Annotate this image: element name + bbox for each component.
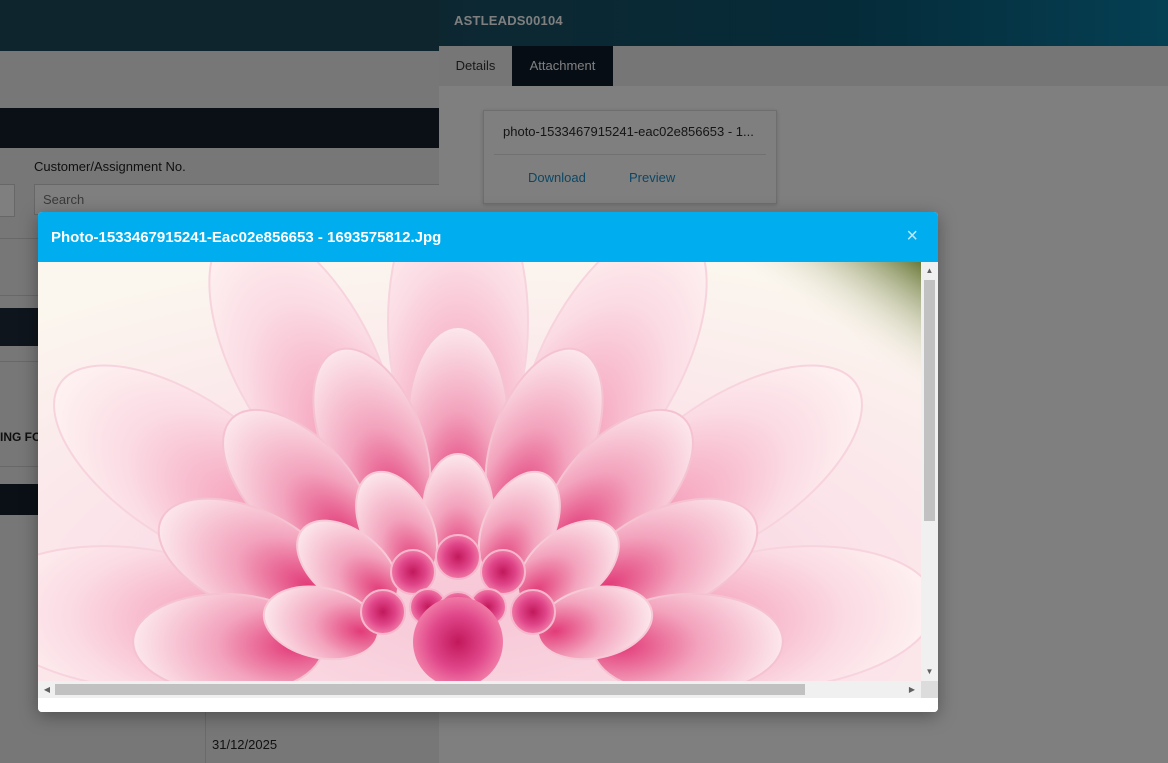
vertical-scrollbar[interactable]: ▲ ▼ — [921, 262, 938, 681]
image-preview-modal: Photo-1533467915241-Eac02e856653 - 16935… — [38, 212, 938, 712]
vertical-scroll-thumb[interactable] — [924, 280, 935, 521]
modal-title: Photo-1533467915241-Eac02e856653 - 16935… — [51, 229, 442, 246]
modal-header: Photo-1533467915241-Eac02e856653 - 16935… — [38, 212, 938, 262]
scroll-up-icon[interactable]: ▲ — [921, 264, 938, 278]
horizontal-scrollbar[interactable]: ◀ ▶ — [38, 681, 921, 698]
horizontal-scroll-thumb[interactable] — [55, 684, 805, 695]
scroll-right-icon[interactable]: ▶ — [905, 681, 919, 698]
scroll-down-icon[interactable]: ▼ — [921, 665, 938, 679]
scrollbar-corner — [921, 681, 938, 698]
scroll-left-icon[interactable]: ◀ — [40, 681, 54, 698]
close-icon[interactable]: × — [906, 226, 918, 246]
dahlia-image — [38, 262, 921, 681]
image-viewer: ▲ ▼ ◀ ▶ — [38, 262, 938, 712]
preview-image — [38, 262, 921, 681]
